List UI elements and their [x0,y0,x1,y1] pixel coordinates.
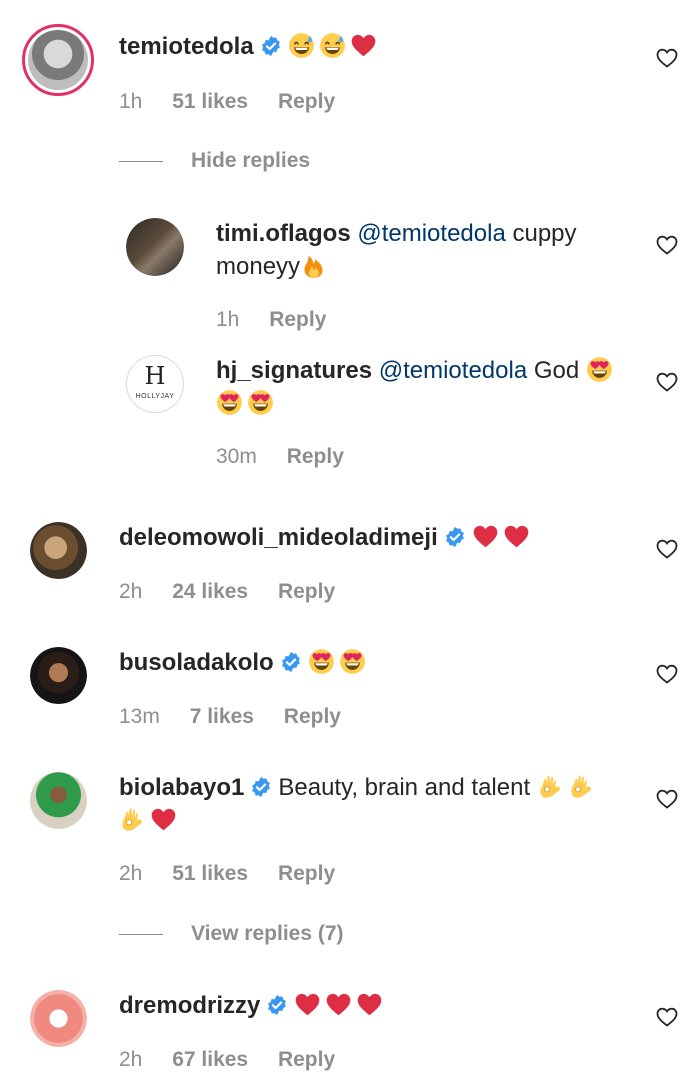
ok-hand-emoji-icon [537,773,564,800]
view-replies-button[interactable]: View replies (7) [119,922,344,946]
verified-badge-icon [266,994,288,1016]
comment-text: deleomowoli_mideoladimeji [119,521,619,554]
verified-badge-icon [250,776,272,798]
red-heart-emoji-icon [150,806,177,833]
reply-button[interactable]: Reply [278,1048,335,1071]
hide-replies-button[interactable]: Hide replies [119,149,310,173]
verified-badge-icon [280,651,302,673]
comment-text: busoladakolo [119,646,619,679]
comment-meta: 2h 67 likes Reply [119,1048,359,1072]
timestamp: 2h [119,862,143,885]
reply-button[interactable]: Reply [269,308,326,331]
likes-count[interactable]: 51 likes [172,862,248,885]
like-heart-icon[interactable] [654,537,680,561]
comment-meta: 13m 7 likes Reply [119,705,365,729]
reply-body-line2: moneyy [216,253,301,280]
username[interactable]: hj_signatures [216,357,372,384]
reply-body: God [533,357,580,384]
likes-count[interactable]: 67 likes [172,1048,248,1071]
ok-hand-emoji-icon [119,806,146,833]
avatar[interactable]: H HOLLYJAY [126,355,184,413]
view-replies-label: View replies (7) [191,922,344,945]
brand-name: HOLLYJAY [135,393,175,400]
timestamp: 1h [216,308,240,331]
heart-eyes-emoji-icon [308,648,335,675]
timestamp: 13m [119,705,160,728]
heart-eyes-emoji-icon [247,389,274,416]
timestamp: 2h [119,580,143,603]
red-heart-emoji-icon [294,991,321,1018]
timestamp: 30m [216,445,257,468]
comment-text: dremodrizzy [119,989,619,1022]
like-heart-icon[interactable] [654,662,680,686]
comment-meta: 2h 51 likes Reply [119,862,359,886]
red-heart-emoji-icon [325,991,352,1018]
heart-eyes-emoji-icon [586,356,613,383]
comment-meta: 1h 51 likes Reply [119,90,359,114]
comment-text: temiotedola [119,30,619,63]
divider-line [119,160,163,162]
username[interactable]: deleomowoli_mideoladimeji [119,524,438,551]
comment-text: biolabayo1 Beauty, brain and talent [119,771,619,837]
avatar[interactable] [30,990,87,1047]
reply-button[interactable]: Reply [287,445,344,468]
comment-body: Beauty, brain and talent [278,774,531,801]
avatar[interactable] [30,522,87,579]
like-heart-icon[interactable] [654,233,680,257]
likes-count[interactable]: 51 likes [172,90,248,113]
likes-count[interactable]: 24 likes [172,580,248,603]
reply-button[interactable]: Reply [278,580,335,603]
verified-badge-icon [444,526,466,548]
grin-sweat-emoji-icon [319,32,346,59]
mention-link[interactable]: @temiotedola [379,357,527,384]
brand-logo: H [144,362,166,390]
avatar[interactable] [126,218,184,276]
reply-text: timi.oflagos @temiotedola cuppy moneyy [216,217,626,283]
reply-text: hj_signatures @temiotedola God [216,354,636,420]
username[interactable]: timi.oflagos [216,220,351,247]
reply-meta: 1h Reply [216,308,350,332]
username[interactable]: temiotedola [119,33,254,60]
fire-emoji-icon [300,252,327,279]
red-heart-emoji-icon [350,32,377,59]
red-heart-emoji-icon [472,523,499,550]
grin-sweat-emoji-icon [288,32,315,59]
like-heart-icon[interactable] [654,787,680,811]
like-heart-icon[interactable] [654,46,680,70]
verified-badge-icon [260,35,282,57]
heart-eyes-emoji-icon [339,648,366,675]
reply-button[interactable]: Reply [284,705,341,728]
likes-count[interactable]: 7 likes [190,705,254,728]
like-heart-icon[interactable] [654,1005,680,1029]
timestamp: 2h [119,1048,143,1071]
ok-hand-emoji-icon [568,773,595,800]
mention-link[interactable]: @temiotedola [357,220,505,247]
username[interactable]: biolabayo1 [119,774,244,801]
heart-eyes-emoji-icon [216,389,243,416]
reply-meta: 30m Reply [216,445,368,469]
avatar[interactable] [30,772,87,829]
username[interactable]: busoladakolo [119,649,274,676]
reply-button[interactable]: Reply [278,90,335,113]
avatar[interactable] [22,24,94,96]
hide-replies-label: Hide replies [191,149,311,172]
red-heart-emoji-icon [503,523,530,550]
timestamp: 1h [119,90,143,113]
red-heart-emoji-icon [356,991,383,1018]
comment-meta: 2h 24 likes Reply [119,580,359,604]
avatar[interactable] [30,647,87,704]
reply-button[interactable]: Reply [278,862,335,885]
divider-line [119,933,163,935]
username[interactable]: dremodrizzy [119,992,260,1019]
reply-body: cuppy [512,220,577,247]
like-heart-icon[interactable] [654,370,680,394]
